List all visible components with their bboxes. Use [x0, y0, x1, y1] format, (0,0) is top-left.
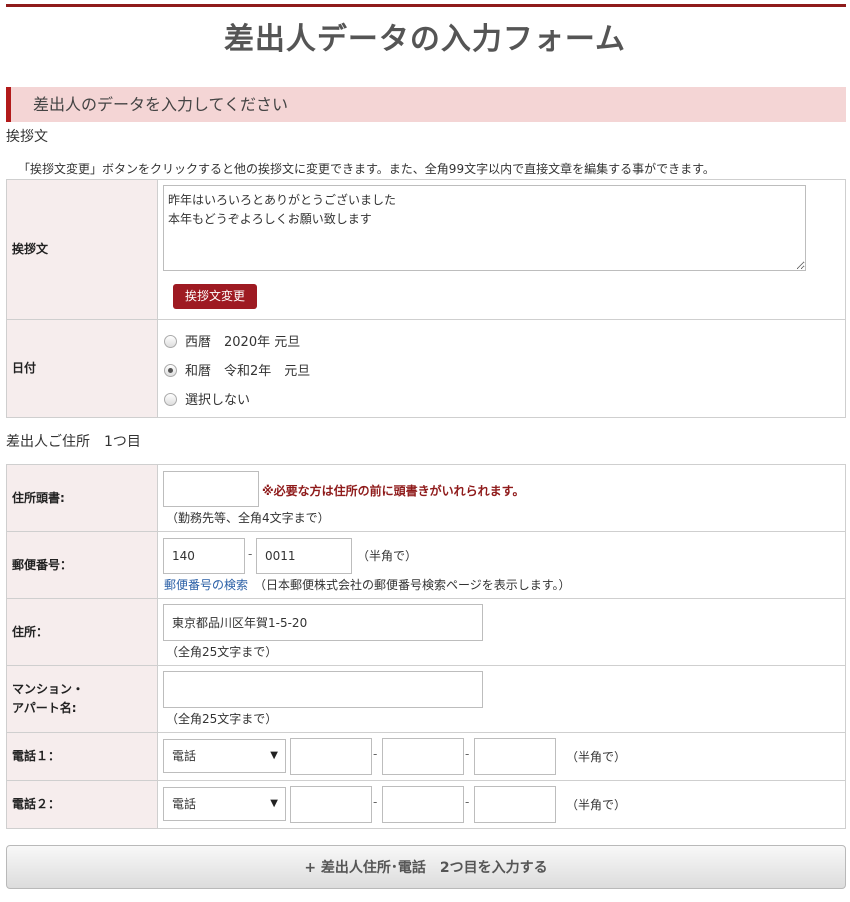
postal-search-note: （日本郵便株式会社の郵便番号検索ページを表示します。）	[254, 578, 571, 592]
greeting-note: 「挨拶文変更」ボタンをクリックすると他の挨拶文に変更できます。また、全角99文字…	[18, 162, 715, 176]
phone1-hint: （半角で）	[566, 750, 627, 764]
top-accent-line	[6, 4, 846, 7]
address-label: 住所：	[6, 598, 158, 666]
phone2-type-value: 電話	[172, 797, 197, 811]
phone1-part3[interactable]	[474, 738, 556, 775]
building-label: マンション・ アパート名:	[6, 665, 158, 733]
building-label-line2: アパート名:	[12, 701, 77, 715]
phone2-separator-1: -	[373, 795, 378, 809]
phone2-separator-2: -	[465, 795, 470, 809]
radio-western[interactable]	[164, 335, 177, 348]
phone2-type-select[interactable]: 電話 ▼	[163, 787, 286, 821]
date-label: 日付	[6, 319, 158, 418]
change-greeting-button[interactable]: 挨拶文変更	[173, 284, 258, 309]
postal-code-part2[interactable]	[256, 538, 352, 574]
phone2-part1[interactable]	[290, 786, 372, 823]
prefix-warning: ※必要な方は住所の前に頭書きがいれられます。	[262, 484, 525, 498]
postal-label: 郵便番号：	[6, 531, 158, 599]
chevron-down-icon: ▼	[270, 798, 278, 809]
prefix-input[interactable]	[163, 471, 259, 507]
address-input[interactable]	[163, 604, 483, 641]
phone1-type-select[interactable]: 電話 ▼	[163, 739, 286, 773]
building-input[interactable]	[163, 671, 483, 708]
phone2-part3[interactable]	[474, 786, 556, 823]
prefix-label: 住所頭書:	[6, 464, 158, 532]
phone1-separator-2: -	[465, 747, 470, 761]
postal-separator: -	[248, 547, 253, 561]
greeting-label: 挨拶文	[6, 179, 158, 320]
phone1-label: 電話１：	[6, 732, 158, 781]
chevron-down-icon: ▼	[270, 750, 278, 761]
radio-none-label: 選択しない	[185, 393, 251, 408]
greeting-table: 挨拶文 昨年はいろいろとありがとうございました 本年もどうぞよろしくお願い致しま…	[6, 179, 846, 418]
building-hint: （全角25文字まで）	[166, 712, 278, 726]
postal-code-part1[interactable]	[163, 538, 245, 574]
phone2-hint: （半角で）	[566, 798, 627, 812]
prefix-hint: （勤務先等、全角4文字まで）	[166, 511, 330, 525]
phone1-type-value: 電話	[172, 749, 197, 763]
phone1-part1[interactable]	[290, 738, 372, 775]
page-title: 差出人データの入力フォーム	[223, 22, 627, 57]
greeting-textarea[interactable]: 昨年はいろいろとありがとうございました 本年もどうぞよろしくお願い致します	[163, 185, 806, 271]
radio-japanese[interactable]	[164, 364, 177, 377]
greeting-heading: 挨拶文	[6, 129, 48, 145]
address1-heading: 差出人ご住所 1つ目	[6, 434, 141, 450]
phone2-part2[interactable]	[382, 786, 464, 823]
postal-search-link[interactable]: 郵便番号の検索	[164, 576, 248, 593]
phone1-separator-1: -	[373, 747, 378, 761]
address-hint: （全角25文字まで）	[166, 645, 278, 659]
phone2-label: 電話２：	[6, 780, 158, 829]
section-header: 差出人のデータを入力してください	[6, 87, 846, 122]
radio-japanese-label: 和暦 令和2年 元旦	[185, 364, 311, 379]
radio-none[interactable]	[164, 393, 177, 406]
add-second-address-button[interactable]: + 差出人住所･電話 2つ目を入力する	[6, 845, 846, 889]
radio-western-label: 西暦 2020年 元旦	[185, 335, 301, 350]
building-label-line1: マンション・	[12, 682, 85, 696]
phone1-part2[interactable]	[382, 738, 464, 775]
postal-hint: （半角で）	[357, 549, 418, 563]
address-table: 住所頭書: ※必要な方は住所の前に頭書きがいれられます。 （勤務先等、全角4文字…	[6, 464, 846, 829]
